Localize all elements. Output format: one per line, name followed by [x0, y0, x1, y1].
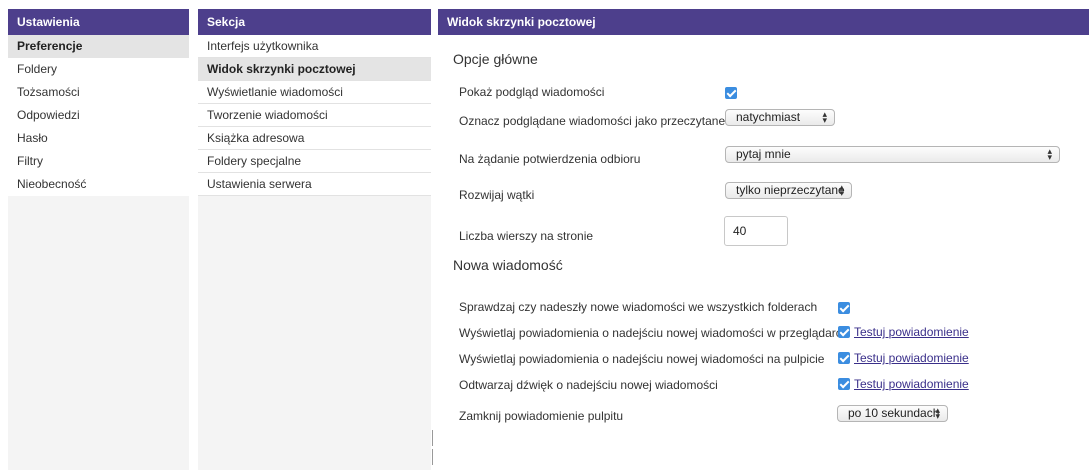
row-rows-per-page: Liczba wierszy na stronie 40	[438, 216, 1089, 248]
settings-item-filters[interactable]: Filtry	[8, 150, 189, 173]
settings-header: Ustawienia	[8, 9, 189, 35]
section-item-compose[interactable]: Tworzenie wiadomości	[198, 104, 431, 127]
close-notify-label: Zamknij powiadomienie pulpitu	[459, 409, 624, 423]
row-check-all: Sprawdzaj czy nadeszły nowe wiadomości w…	[438, 295, 1089, 319]
settings-list: Preferencje Foldery Tożsamości Odpowiedz…	[8, 35, 189, 196]
section-item-message-display[interactable]: Wyświetlanie wiadomości	[198, 81, 431, 104]
sound-test-link[interactable]: Testuj powiadomienie	[854, 377, 969, 391]
select-arrows-icon: ▴ ▾	[935, 405, 940, 421]
select-arrows-icon: ▴ ▾	[1047, 146, 1052, 162]
row-show-preview: Pokaż podgląd wiadomości	[438, 80, 1089, 104]
browser-notify-label: Wyświetlaj powiadomienia o nadejściu now…	[459, 326, 849, 340]
section-item-addressbook[interactable]: Książka adresowa	[198, 127, 431, 150]
show-preview-label: Pokaż podgląd wiadomości	[459, 85, 605, 99]
section-item-server-settings[interactable]: Ustawienia serwera	[198, 173, 431, 196]
mark-read-select[interactable]: natychmiast ▴ ▾	[725, 109, 835, 126]
row-threads: Rozwijaj wątki tylko nieprzeczytane ▴ ▾	[438, 179, 1089, 203]
settings-item-folders[interactable]: Foldery	[8, 58, 189, 81]
sound-label: Odtwarzaj dźwięk o nadejściu nowej wiado…	[459, 378, 718, 392]
settings-item-vacation[interactable]: Nieobecność	[8, 173, 189, 196]
browser-notify-checkbox[interactable]	[838, 326, 850, 338]
rows-per-page-label: Liczba wierszy na stronie	[459, 229, 594, 243]
settings-item-identities[interactable]: Tożsamości	[8, 81, 189, 104]
section-list: Interfejs użytkownika Widok skrzynki poc…	[198, 35, 431, 196]
receipt-label: Na żądanie potwierdzenia odbioru	[459, 152, 641, 166]
settings-item-preferences[interactable]: Preferencje	[8, 35, 189, 58]
receipt-value: pytaj mnie	[736, 147, 791, 161]
row-browser-notify: Wyświetlaj powiadomienia o nadejściu now…	[438, 321, 1089, 345]
threads-value: tylko nieprzeczytane	[736, 183, 845, 197]
settings-item-responses[interactable]: Odpowiedzi	[8, 104, 189, 127]
preferences-frame: Widok skrzynki pocztowej Opcje główne Po…	[438, 9, 1089, 470]
rows-per-page-input[interactable]: 40	[724, 216, 788, 246]
row-sound: Odtwarzaj dźwięk o nadejściu nowej wiado…	[438, 373, 1089, 397]
close-notify-select[interactable]: po 10 sekundach ▴ ▾	[837, 405, 948, 422]
group-new-message-title: Nowa wiadomość	[453, 257, 563, 273]
threads-select[interactable]: tylko nieprzeczytane ▴ ▾	[725, 182, 852, 199]
check-all-checkbox[interactable]	[838, 301, 850, 314]
receipt-select[interactable]: pytaj mnie ▴ ▾	[725, 146, 1060, 163]
mark-read-label: Oznacz podglądane wiadomości jako przecz…	[459, 114, 726, 128]
desktop-notify-checkbox[interactable]	[838, 352, 850, 364]
section-item-special-folders[interactable]: Foldery specjalne	[198, 150, 431, 173]
row-receipt: Na żądanie potwierdzenia odbioru pytaj m…	[438, 143, 1089, 167]
row-mark-read: Oznacz podglądane wiadomości jako przecz…	[438, 106, 1089, 130]
group-main-title: Opcje główne	[453, 51, 538, 67]
section-item-user-interface[interactable]: Interfejs użytkownika	[198, 35, 431, 58]
row-desktop-notify: Wyświetlaj powiadomienia o nadejściu now…	[438, 347, 1089, 371]
section-item-mailbox-view[interactable]: Widok skrzynki pocztowej	[198, 58, 431, 81]
mark-read-value: natychmiast	[736, 110, 801, 124]
close-notify-value: po 10 sekundach	[848, 406, 940, 420]
panel-splitter[interactable]	[432, 430, 437, 465]
main-header: Widok skrzynki pocztowej	[438, 9, 1089, 35]
show-preview-checkbox[interactable]	[725, 86, 737, 99]
section-panel: Sekcja Interfejs użytkownika Widok skrzy…	[198, 9, 431, 470]
browser-notify-test-link[interactable]: Testuj powiadomienie	[854, 325, 969, 339]
row-close-notify: Zamknij powiadomienie pulpitu po 10 seku…	[438, 401, 1089, 425]
sound-checkbox[interactable]	[838, 378, 850, 390]
threads-label: Rozwijaj wątki	[459, 188, 535, 202]
select-arrows-icon: ▴ ▾	[839, 182, 844, 198]
select-arrows-icon: ▴ ▾	[822, 109, 827, 125]
desktop-notify-label: Wyświetlaj powiadomienia o nadejściu now…	[459, 352, 825, 366]
section-header: Sekcja	[198, 9, 431, 35]
settings-panel: Ustawienia Preferencje Foldery Tożsamośc…	[8, 9, 189, 470]
settings-item-password[interactable]: Hasło	[8, 127, 189, 150]
desktop-notify-test-link[interactable]: Testuj powiadomienie	[854, 351, 969, 365]
check-all-label: Sprawdzaj czy nadeszły nowe wiadomości w…	[459, 300, 818, 314]
